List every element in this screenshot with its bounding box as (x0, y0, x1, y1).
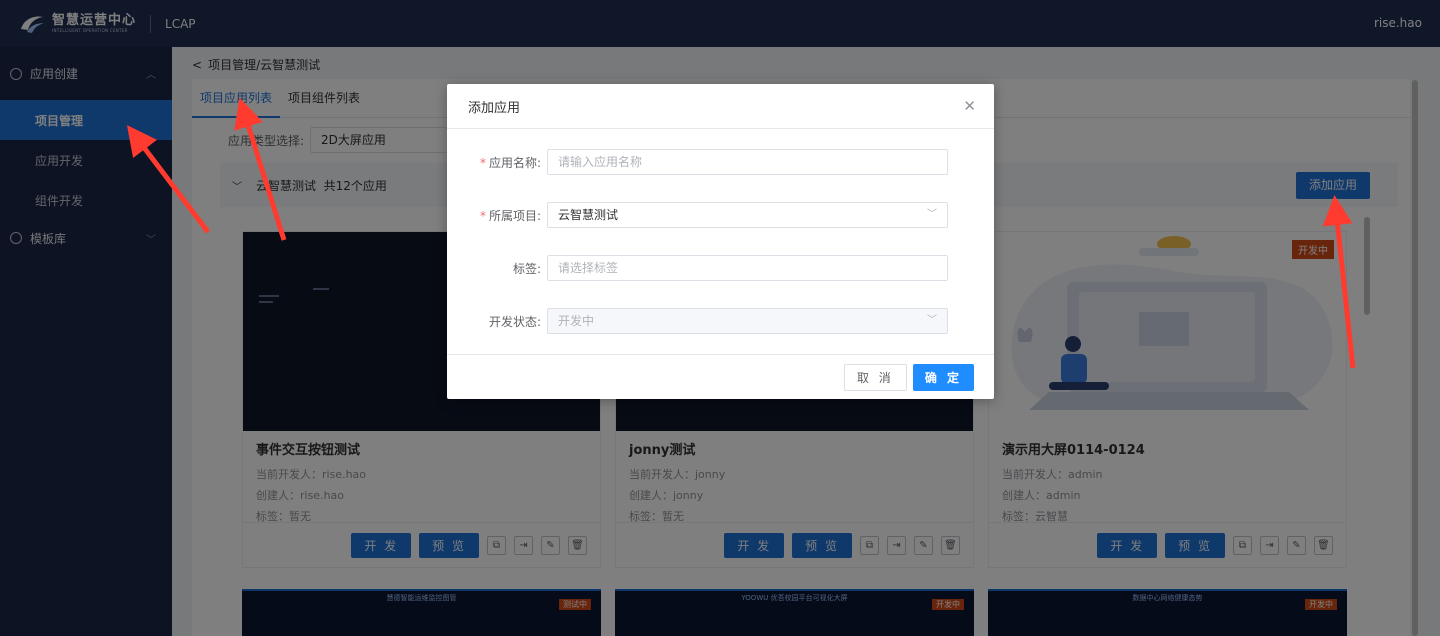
dev-status-select: 开发中 ﹀ (547, 308, 948, 334)
chevron-down-icon: ﹀ (927, 209, 937, 220)
cancel-button[interactable]: 取 消 (843, 363, 907, 391)
field-label: * 应用名称: (479, 155, 541, 170)
required-mark: * (479, 208, 486, 223)
field-label: 开发状态: (488, 314, 541, 329)
project-select[interactable]: 云智慧测试 ﹀ (547, 202, 948, 228)
close-icon[interactable]: ✕ (963, 97, 976, 115)
tags-select[interactable]: 请选择标签 (547, 255, 948, 281)
dialog-header: 添加应用 ✕ (447, 84, 994, 129)
form-row-project: * 所属项目: 云智慧测试 ﹀ (447, 202, 994, 228)
add-app-dialog: 添加应用 ✕ * 应用名称: 请输入应用名称 * 所属项目: 云智慧测试 ﹀ 标签:… (447, 84, 994, 399)
project-select-value: 云智慧测试 (558, 208, 619, 222)
dialog-title: 添加应用 (468, 100, 521, 116)
form-row-dev-status: 开发状态: 开发中 ﹀ (447, 308, 994, 334)
form-row-tags: 标签: 请选择标签 (447, 255, 994, 281)
chevron-down-icon: ﹀ (927, 315, 937, 326)
required-mark: * (479, 155, 486, 170)
dev-status-value: 开发中 (558, 314, 595, 328)
field-label: * 所属项目: (479, 208, 541, 223)
form-row-app-name: * 应用名称: 请输入应用名称 (447, 149, 994, 175)
dialog-footer: 取 消 确 定 (447, 354, 994, 399)
app-name-input[interactable]: 请输入应用名称 (547, 149, 948, 175)
field-label: 标签: (512, 261, 541, 276)
confirm-button[interactable]: 确 定 (912, 363, 974, 391)
